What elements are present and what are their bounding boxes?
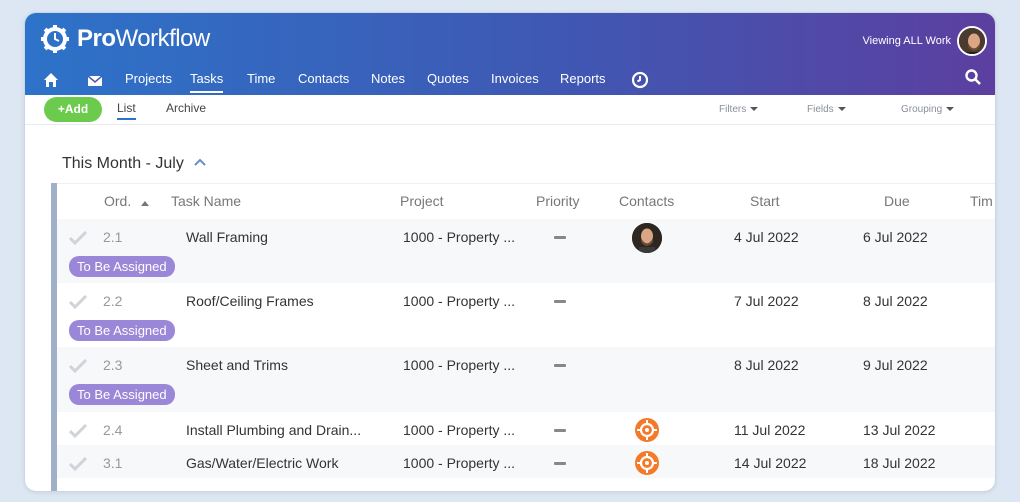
task-due-date: 13 Jul 2022 bbox=[863, 422, 936, 438]
group-title: This Month - July bbox=[62, 155, 184, 172]
filters-label: Filters bbox=[719, 104, 747, 115]
task-order: 2.3 bbox=[103, 357, 123, 373]
task-order: 3.1 bbox=[103, 455, 123, 471]
app-window: ProWorkflow Viewing ALL Work Projects Ta… bbox=[24, 12, 996, 492]
task-due-date: 9 Jul 2022 bbox=[863, 357, 928, 373]
nav-notes[interactable]: Notes bbox=[371, 69, 405, 93]
col-project[interactable]: Project bbox=[400, 193, 444, 209]
fields-dropdown[interactable]: Fields bbox=[807, 104, 846, 115]
nav-quotes[interactable]: Quotes bbox=[427, 69, 469, 93]
app-header: ProWorkflow Viewing ALL Work Projects Ta… bbox=[25, 13, 995, 95]
col-ord-label: Ord. bbox=[104, 193, 132, 209]
priority-none-icon[interactable] bbox=[554, 236, 566, 239]
mail-icon[interactable] bbox=[87, 69, 103, 93]
nav-reports[interactable]: Reports bbox=[560, 69, 606, 93]
contact-avatar[interactable] bbox=[632, 223, 662, 253]
complete-check-icon[interactable] bbox=[68, 358, 88, 376]
task-start-date: 8 Jul 2022 bbox=[734, 357, 799, 373]
col-due[interactable]: Due bbox=[884, 193, 910, 209]
task-start-date: 7 Jul 2022 bbox=[734, 293, 799, 309]
col-start[interactable]: Start bbox=[750, 193, 780, 209]
gear-logo-icon bbox=[41, 25, 69, 53]
task-name[interactable]: Roof/Ceiling Frames bbox=[186, 293, 314, 309]
caret-down-icon bbox=[837, 107, 846, 112]
task-order: 2.1 bbox=[103, 229, 123, 245]
user-avatar[interactable] bbox=[957, 26, 987, 56]
search-icon[interactable] bbox=[965, 69, 981, 90]
nav-contacts[interactable]: Contacts bbox=[298, 69, 349, 93]
task-project[interactable]: 1000 - Property ... bbox=[403, 422, 515, 438]
complete-check-icon[interactable] bbox=[68, 230, 88, 248]
company-contact-icon[interactable] bbox=[634, 417, 660, 446]
logo-text: ProWorkflow bbox=[77, 25, 210, 52]
sort-asc-icon bbox=[141, 201, 150, 206]
table-row[interactable]: 2.4 Install Plumbing and Drain... 1000 - P… bbox=[57, 412, 995, 446]
col-contacts[interactable]: Contacts bbox=[619, 193, 674, 209]
filters-dropdown[interactable]: Filters bbox=[719, 104, 759, 115]
task-name[interactable]: Install Plumbing and Drain... bbox=[186, 422, 361, 438]
task-due-date: 18 Jul 2022 bbox=[863, 455, 936, 471]
col-ord[interactable]: Ord. bbox=[104, 193, 150, 209]
caret-down-icon bbox=[946, 107, 955, 112]
table-row[interactable]: 2.1 Wall Framing 1000 - Property ... 4 Jul … bbox=[57, 219, 995, 283]
task-name[interactable]: Gas/Water/Electric Work bbox=[186, 455, 338, 471]
complete-check-icon[interactable] bbox=[68, 294, 88, 312]
table-row[interactable]: 2.2 Roof/Ceiling Frames 1000 - Property ..… bbox=[57, 283, 995, 347]
nav-time[interactable]: Time bbox=[247, 69, 275, 93]
task-name[interactable]: Wall Framing bbox=[186, 229, 268, 245]
task-project[interactable]: 1000 - Property ... bbox=[403, 293, 515, 309]
task-start-date: 11 Jul 2022 bbox=[734, 422, 806, 438]
priority-none-icon[interactable] bbox=[554, 364, 566, 367]
complete-check-icon[interactable] bbox=[68, 423, 88, 441]
task-due-date: 6 Jul 2022 bbox=[863, 229, 928, 245]
clock-icon[interactable] bbox=[631, 69, 649, 93]
task-order: 2.4 bbox=[103, 422, 123, 438]
home-icon[interactable] bbox=[43, 69, 59, 93]
grouping-dropdown[interactable]: Grouping bbox=[901, 104, 955, 115]
tab-list[interactable]: List bbox=[117, 101, 136, 120]
add-button[interactable]: +Add bbox=[44, 97, 102, 122]
chevron-up-icon[interactable] bbox=[194, 153, 206, 171]
table-row[interactable]: 3.1 Gas/Water/Electric Work 1000 - Propert… bbox=[57, 445, 995, 479]
company-contact-icon[interactable] bbox=[634, 450, 660, 479]
viewing-scope-label[interactable]: Viewing ALL Work bbox=[863, 35, 951, 47]
nav-invoices[interactable]: Invoices bbox=[491, 69, 539, 93]
table-row[interactable]: 2.3 Sheet and Trims 1000 - Property ... 8 J… bbox=[57, 347, 995, 412]
task-name[interactable]: Sheet and Trims bbox=[186, 357, 288, 373]
task-table: Ord. Task Name Project Priority Contacts… bbox=[51, 183, 995, 491]
caret-down-icon bbox=[750, 107, 759, 112]
fields-label: Fields bbox=[807, 104, 834, 115]
status-badge[interactable]: To Be Assigned bbox=[69, 384, 175, 405]
priority-none-icon[interactable] bbox=[554, 462, 566, 465]
user-avatar-icon bbox=[959, 28, 985, 54]
main-nav: Projects Tasks Time Contacts Notes Quote… bbox=[25, 69, 995, 93]
task-order: 2.2 bbox=[103, 293, 123, 309]
task-due-date: 8 Jul 2022 bbox=[863, 293, 928, 309]
nav-tasks[interactable]: Tasks bbox=[190, 69, 224, 93]
view-toolbar: +Add List Archive Filters Fields Groupin… bbox=[25, 95, 995, 125]
group-header[interactable]: This Month - July bbox=[62, 153, 206, 173]
plus-icon: + bbox=[57, 102, 65, 116]
col-time[interactable]: Tim bbox=[970, 193, 993, 209]
task-project[interactable]: 1000 - Property ... bbox=[403, 229, 515, 245]
task-project[interactable]: 1000 - Property ... bbox=[403, 357, 515, 373]
col-priority[interactable]: Priority bbox=[536, 193, 580, 209]
nav-projects[interactable]: Projects bbox=[125, 69, 172, 93]
logo[interactable]: ProWorkflow bbox=[41, 25, 210, 53]
task-project[interactable]: 1000 - Property ... bbox=[403, 455, 515, 471]
task-start-date: 4 Jul 2022 bbox=[734, 229, 799, 245]
status-badge[interactable]: To Be Assigned bbox=[69, 320, 175, 341]
table-header: Ord. Task Name Project Priority Contacts… bbox=[57, 183, 995, 219]
priority-none-icon[interactable] bbox=[554, 300, 566, 303]
grouping-label: Grouping bbox=[901, 104, 943, 115]
priority-none-icon[interactable] bbox=[554, 429, 566, 432]
tab-archive[interactable]: Archive bbox=[166, 101, 206, 115]
status-badge[interactable]: To Be Assigned bbox=[69, 256, 175, 277]
col-task-name[interactable]: Task Name bbox=[171, 193, 241, 209]
complete-check-icon[interactable] bbox=[68, 456, 88, 474]
task-start-date: 14 Jul 2022 bbox=[734, 455, 807, 471]
